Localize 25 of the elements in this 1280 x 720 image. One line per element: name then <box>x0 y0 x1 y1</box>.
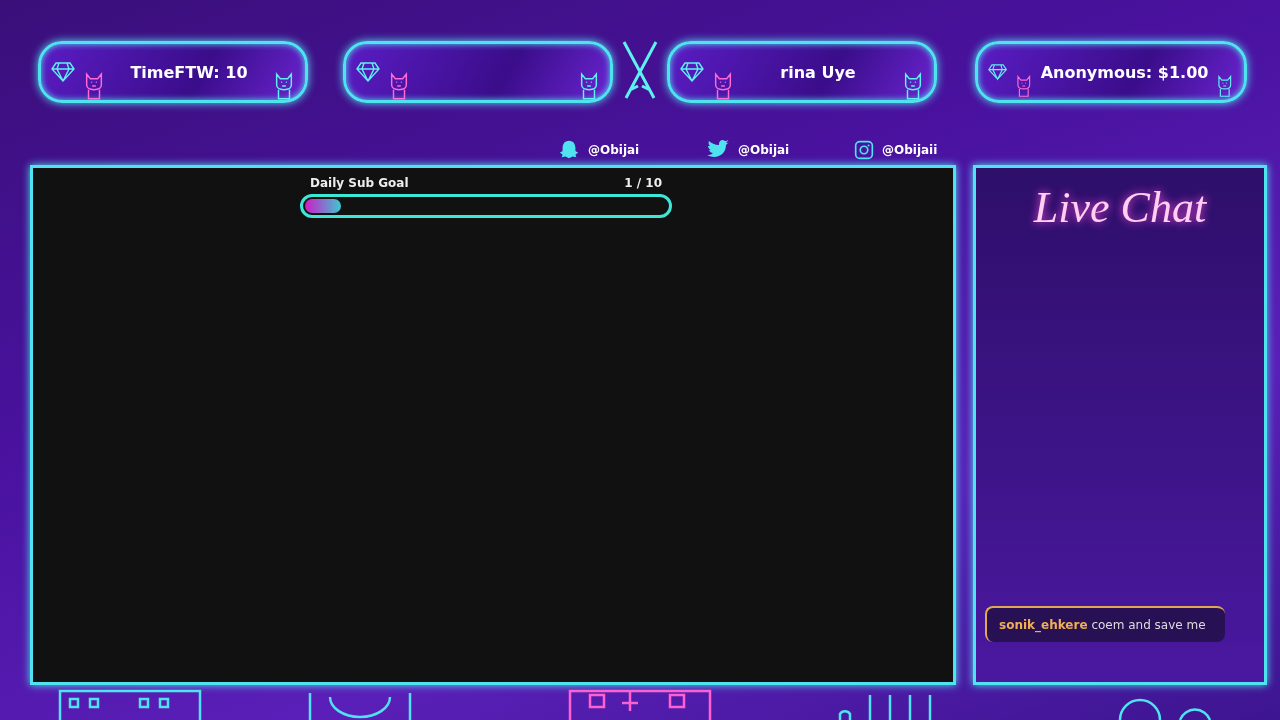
cat-icon <box>712 72 734 100</box>
social-handle: @Obijaii <box>882 142 938 157</box>
cat-icon <box>902 72 924 100</box>
cat-icon <box>388 72 410 100</box>
goal-count: 1 / 10 <box>624 176 662 190</box>
cat-icon <box>273 72 295 100</box>
ghost-icon <box>558 138 580 161</box>
camera-icon <box>854 139 874 160</box>
bird-icon <box>706 139 730 160</box>
social-handle: @Obijai <box>588 142 640 157</box>
diamond-icon <box>988 62 1008 82</box>
cat-icon <box>578 72 600 100</box>
banner-text: Anonymous: $1.00 <box>1040 62 1209 82</box>
diamond-icon <box>356 62 380 82</box>
banner-text: rina Uye <box>779 62 857 82</box>
diamond-icon <box>680 62 704 82</box>
banner-text: TimeFTW: 10 <box>129 62 249 82</box>
chat-title: Live Chat <box>1033 182 1207 233</box>
diamond-icon <box>51 62 75 82</box>
cat-icon <box>1216 72 1234 100</box>
cat-icon <box>1015 72 1033 100</box>
cat-icon <box>83 72 105 100</box>
goal-title: Daily Sub Goal <box>310 176 409 190</box>
social-handle: @Obijai <box>738 142 790 157</box>
chat-message: sonik_ehkere coem and save me <box>985 606 1225 642</box>
